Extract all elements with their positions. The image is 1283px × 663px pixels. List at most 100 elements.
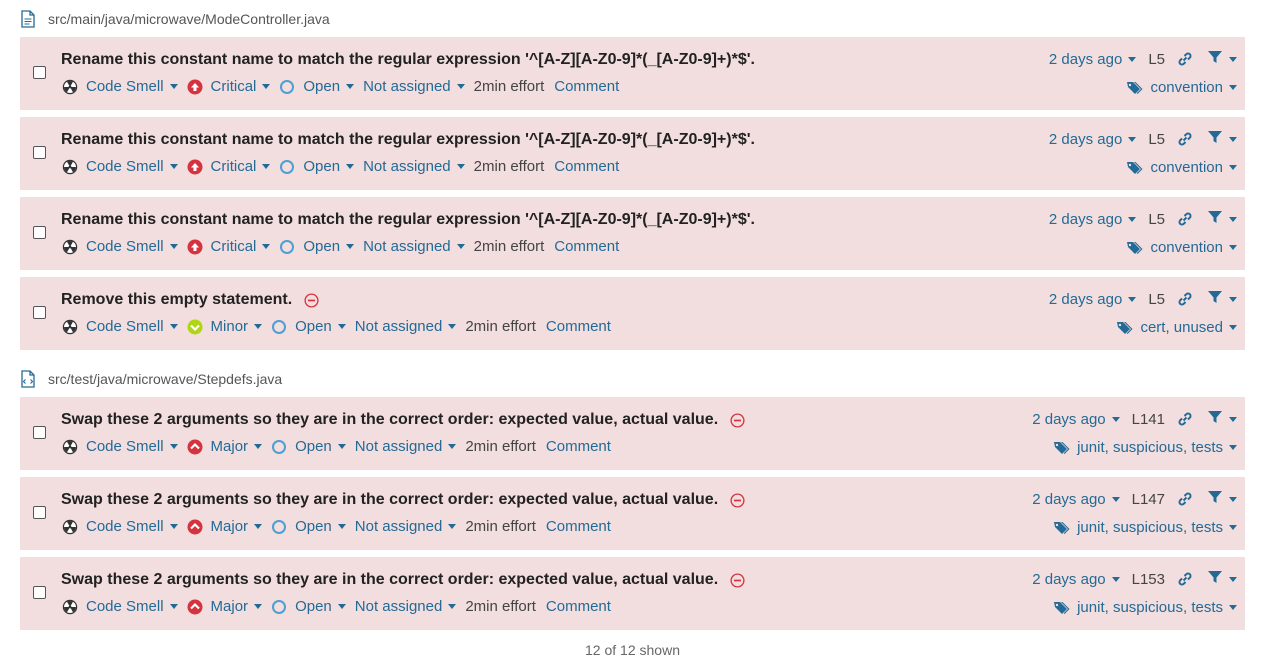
issue-message[interactable]: Swap these 2 arguments so they are in th… [61, 491, 718, 509]
date-dropdown[interactable]: 2 days ago [1032, 491, 1120, 508]
chevron-down-icon [346, 244, 355, 249]
type-dropdown[interactable]: Code Smell [62, 598, 178, 615]
assignee-dropdown[interactable]: Not assigned [355, 518, 457, 535]
status-dropdown[interactable]: Open [271, 518, 346, 535]
file-path[interactable]: src/main/java/microwave/ModeController.j… [48, 11, 330, 27]
critical-severity-icon [187, 239, 203, 255]
type-dropdown[interactable]: Code Smell [62, 158, 178, 175]
date-dropdown[interactable]: 2 days ago [1032, 411, 1120, 428]
severity-dropdown[interactable]: Major [187, 518, 263, 535]
tags-dropdown[interactable]: junit, suspicious, tests [1053, 519, 1237, 536]
permalink-icon[interactable] [1177, 131, 1193, 147]
status-dropdown[interactable]: Open [271, 438, 346, 455]
status-dropdown[interactable]: Open [271, 318, 346, 335]
tags-dropdown[interactable]: cert, unused [1116, 319, 1237, 336]
assignee-label: Not assigned [363, 78, 451, 95]
issue-checkbox[interactable] [33, 226, 46, 239]
comment-link[interactable]: Comment [546, 318, 611, 335]
tags-label: junit, suspicious, tests [1077, 599, 1223, 616]
type-dropdown[interactable]: Code Smell [62, 438, 178, 455]
tags-dropdown[interactable]: convention [1126, 159, 1237, 176]
comment-link[interactable]: Comment [554, 78, 619, 95]
comment-link[interactable]: Comment [546, 518, 611, 535]
filter-dropdown[interactable] [1207, 569, 1237, 589]
date-dropdown[interactable]: 2 days ago [1032, 571, 1120, 588]
severity-dropdown[interactable]: Critical [187, 78, 271, 95]
issue-card[interactable]: Swap these 2 arguments so they are in th… [20, 397, 1245, 470]
issue-checkbox[interactable] [33, 146, 46, 159]
issue-message[interactable]: Rename this constant name to match the r… [61, 131, 755, 149]
status-dropdown[interactable]: Open [279, 158, 355, 175]
issue-message[interactable]: Swap these 2 arguments so they are in th… [61, 411, 718, 429]
permalink-icon[interactable] [1177, 491, 1193, 507]
assignee-dropdown[interactable]: Not assigned [355, 598, 457, 615]
severity-dropdown[interactable]: Major [187, 438, 263, 455]
issue-card[interactable]: Rename this constant name to match the r… [20, 197, 1245, 270]
issue-actions: 2 days ago L147 [1032, 489, 1237, 509]
filter-dropdown[interactable] [1207, 489, 1237, 509]
type-dropdown[interactable]: Code Smell [62, 518, 178, 535]
comment-link[interactable]: Comment [546, 438, 611, 455]
issue-card[interactable]: Swap these 2 arguments so they are in th… [20, 477, 1245, 550]
issue-checkbox[interactable] [33, 306, 46, 319]
filter-dropdown[interactable] [1207, 409, 1237, 429]
test-file-icon [20, 370, 36, 388]
issue-message[interactable]: Remove this empty statement. [61, 291, 292, 309]
assignee-dropdown[interactable]: Not assigned [355, 318, 457, 335]
filter-dropdown[interactable] [1207, 209, 1237, 229]
date-dropdown[interactable]: 2 days ago [1049, 131, 1137, 148]
type-dropdown[interactable]: Code Smell [62, 78, 178, 95]
issue-message[interactable]: Swap these 2 arguments so they are in th… [61, 571, 718, 589]
severity-dropdown[interactable]: Critical [187, 158, 271, 175]
issue-message[interactable]: Rename this constant name to match the r… [61, 211, 755, 229]
issue-checkbox[interactable] [33, 66, 46, 79]
filter-dropdown[interactable] [1207, 289, 1237, 309]
issue-card[interactable]: Rename this constant name to match the r… [20, 117, 1245, 190]
date-label: 2 days ago [1048, 290, 1123, 308]
date-dropdown[interactable]: 2 days ago [1048, 290, 1137, 308]
issue-checkbox[interactable] [33, 426, 46, 439]
permalink-icon[interactable] [1177, 571, 1193, 587]
permalink-icon[interactable] [1177, 411, 1193, 427]
tags-dropdown[interactable]: junit, suspicious, tests [1053, 599, 1237, 616]
permalink-icon[interactable] [1177, 51, 1193, 67]
filter-icon [1207, 289, 1223, 309]
assignee-dropdown[interactable]: Not assigned [355, 438, 457, 455]
issue-message[interactable]: Rename this constant name to match the r… [61, 51, 755, 69]
date-dropdown[interactable]: 2 days ago [1049, 51, 1137, 68]
assignee-dropdown[interactable]: Not assigned [363, 238, 465, 255]
tag-icon [1053, 520, 1071, 536]
status-dropdown[interactable]: Open [279, 78, 355, 95]
type-dropdown[interactable]: Code Smell [62, 238, 178, 255]
permalink-icon[interactable] [1177, 211, 1193, 227]
severity-dropdown[interactable]: Minor [187, 318, 263, 335]
issue-card[interactable]: Swap these 2 arguments so they are in th… [20, 557, 1245, 630]
issue-card[interactable]: Rename this constant name to match the r… [20, 37, 1245, 110]
issue-message-row: Remove this empty statement. [61, 291, 319, 309]
file-path[interactable]: src/test/java/microwave/Stepdefs.java [48, 371, 282, 387]
filter-dropdown[interactable] [1207, 49, 1237, 69]
issue-checkbox[interactable] [33, 586, 46, 599]
status-dropdown[interactable]: Open [279, 238, 355, 255]
severity-dropdown[interactable]: Critical [187, 238, 271, 255]
comment-link[interactable]: Comment [554, 238, 619, 255]
permalink-icon[interactable] [1177, 291, 1193, 307]
tags-dropdown[interactable]: convention [1126, 79, 1237, 96]
issue-checkbox[interactable] [33, 506, 46, 519]
status-dropdown[interactable]: Open [271, 598, 346, 615]
assignee-dropdown[interactable]: Not assigned [363, 158, 465, 175]
assignee-dropdown[interactable]: Not assigned [363, 78, 465, 95]
comment-link[interactable]: Comment [554, 158, 619, 175]
date-dropdown[interactable]: 2 days ago [1049, 211, 1137, 228]
issue-card[interactable]: Remove this empty statement. Code Smell … [20, 277, 1245, 350]
tags-dropdown[interactable]: convention [1126, 239, 1237, 256]
chevron-down-icon [169, 164, 178, 169]
severity-dropdown[interactable]: Major [187, 598, 263, 615]
filter-dropdown[interactable] [1207, 129, 1237, 149]
chevron-down-icon [1111, 576, 1120, 582]
line-number: L147 [1131, 490, 1165, 508]
comment-link[interactable]: Comment [546, 598, 611, 615]
tags-dropdown[interactable]: junit, suspicious, tests [1053, 439, 1237, 456]
type-dropdown[interactable]: Code Smell [62, 318, 178, 335]
code-smell-icon [62, 439, 78, 455]
